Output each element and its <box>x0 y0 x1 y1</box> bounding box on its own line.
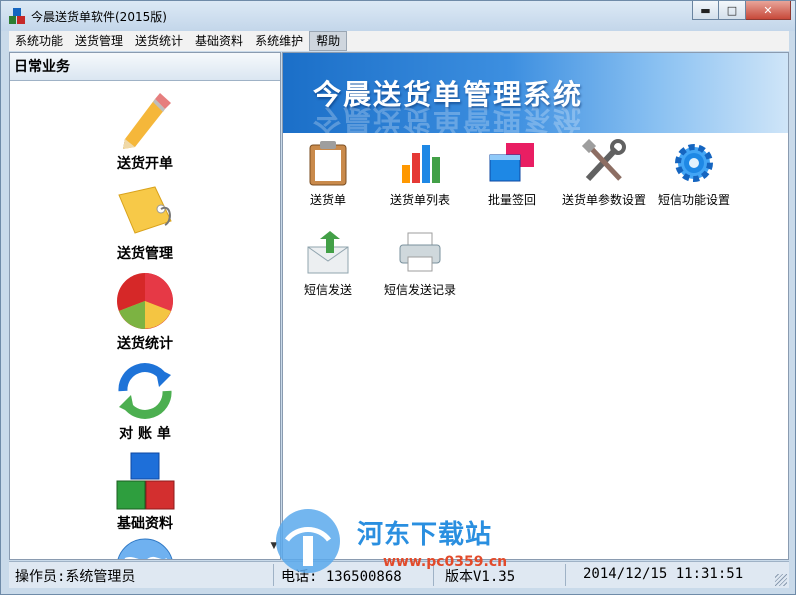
windows-icon <box>489 143 534 182</box>
clipboard-icon <box>309 141 347 186</box>
sidebar-item-delivery-manage[interactable]: 送货管理 <box>90 181 200 263</box>
status-bar: 操作员:系统管理员 电话: 136500868 版本V1.35 2014/12/… <box>9 561 789 588</box>
sidebar-item-label: 基础资料 <box>117 516 173 532</box>
status-operator: 操作员:系统管理员 <box>15 569 136 585</box>
window-controls: ▬ □ ✕ <box>692 1 791 21</box>
sidebar-item-reconciliation[interactable]: 对 账 单 <box>90 361 200 443</box>
sidebar: 日常业务 送货开单 送货管理 送货统计 对 账 单 基础资料 <box>9 52 281 560</box>
main-panel: 今晨送货单管理系统 今晨送货单管理系统 送货单 送货单列表 批量签回 送货单参数… <box>282 52 789 560</box>
status-datetime: 2014/12/15 11:31:51 <box>583 566 744 582</box>
sidebar-item-label: 送货管理 <box>117 246 173 262</box>
sidebar-item-base-data[interactable]: 基础资料 <box>90 451 200 533</box>
maximize-button[interactable]: □ <box>719 1 746 20</box>
sidebar-item-label: 送货统计 <box>117 336 173 352</box>
envelope-icon <box>307 231 349 274</box>
scroll-down-icon[interactable]: ▼ <box>267 541 281 555</box>
sidebar-item-delivery-stats[interactable]: 送货统计 <box>90 271 200 353</box>
tools-icon <box>581 139 626 182</box>
menu-base-data[interactable]: 基础资料 <box>189 31 249 51</box>
pencil-icon <box>123 93 171 149</box>
app-icon <box>9 8 25 24</box>
tool-label: 短信发送记录 <box>383 283 456 297</box>
menu-system[interactable]: 系统功能 <box>9 31 69 51</box>
tool-label: 批量签回 <box>487 193 536 207</box>
sidebar-item-create-delivery[interactable]: 送货开单 <box>90 91 200 173</box>
window-title: 今晨送货单软件(2015版) <box>31 10 167 24</box>
tool-delivery-settings[interactable]: 送货单参数设置 <box>559 139 649 208</box>
status-divider <box>273 564 274 586</box>
tool-sms-send[interactable]: 短信发送 <box>283 229 373 298</box>
printer-icon <box>399 232 441 272</box>
tool-batch-signback[interactable]: 批量签回 <box>467 139 557 208</box>
bar-chart-icon <box>402 145 440 183</box>
banner: 今晨送货单管理系统 今晨送货单管理系统 <box>283 53 788 133</box>
tool-label: 送货单 <box>309 193 346 207</box>
status-divider <box>565 564 566 586</box>
menu-delivery-manage[interactable]: 送货管理 <box>69 31 129 51</box>
title-bar: 今晨送货单软件(2015版) ▬ □ ✕ <box>1 1 795 31</box>
pie-chart-icon <box>117 273 173 329</box>
sidebar-item-globe[interactable] <box>90 537 200 559</box>
sidebar-item-label: 送货开单 <box>117 156 173 172</box>
blocks-icon <box>116 452 175 510</box>
tool-label: 短信发送 <box>303 283 352 297</box>
menu-help[interactable]: 帮助 <box>309 31 348 51</box>
sidebar-item-label: 对 账 单 <box>119 426 171 442</box>
globe-icon <box>117 538 173 559</box>
tool-sms-settings[interactable]: 短信功能设置 <box>649 139 739 208</box>
tool-delivery-note[interactable]: 送货单 <box>283 139 373 208</box>
sidebar-header: 日常业务 <box>10 53 280 81</box>
tool-label: 送货单列表 <box>389 193 450 207</box>
menu-delivery-stats[interactable]: 送货统计 <box>129 31 189 51</box>
status-divider <box>433 564 434 586</box>
sync-icon <box>118 363 172 419</box>
resize-grip-icon[interactable] <box>775 574 787 586</box>
tool-label: 短信功能设置 <box>657 193 730 207</box>
status-version: 版本V1.35 <box>445 569 516 585</box>
banner-title-reflection: 今晨送货单管理系统 <box>313 103 584 133</box>
menu-maintenance[interactable]: 系统维护 <box>249 31 309 51</box>
tag-icon <box>118 186 172 234</box>
tool-delivery-list[interactable]: 送货单列表 <box>375 139 465 208</box>
status-phone: 电话: 136500868 <box>281 569 402 585</box>
minimize-button[interactable]: ▬ <box>692 1 719 20</box>
tool-sms-log[interactable]: 短信发送记录 <box>375 229 465 298</box>
gear-icon <box>675 144 713 182</box>
app-window: 今晨送货单软件(2015版) ▬ □ ✕ 系统功能 送货管理 送货统计 基础资料… <box>0 0 796 595</box>
close-button[interactable]: ✕ <box>746 1 791 20</box>
menu-bar: 系统功能 送货管理 送货统计 基础资料 系统维护 帮助 <box>9 31 789 51</box>
tool-label: 送货单参数设置 <box>561 193 646 207</box>
